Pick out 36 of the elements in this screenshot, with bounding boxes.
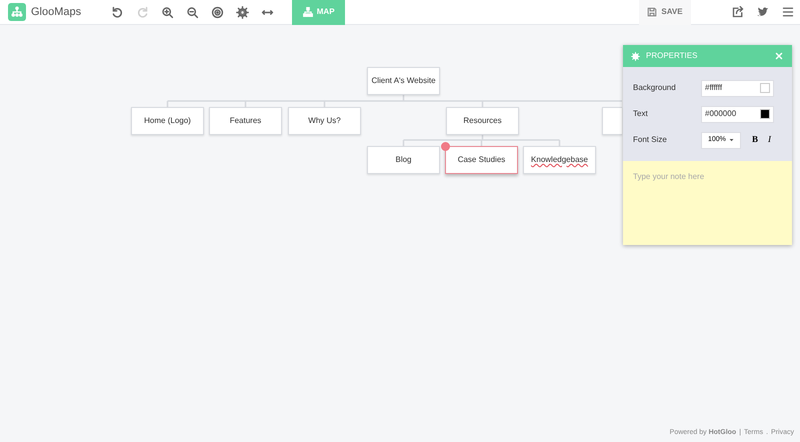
map-node[interactable]: Case Studies [445, 146, 518, 174]
map-node[interactable]: Knowledgebase [523, 146, 596, 174]
bird-icon [756, 6, 768, 18]
target-icon [211, 6, 224, 18]
map-node[interactable]: Home (Logo) [131, 107, 204, 135]
color-swatch[interactable] [760, 109, 770, 119]
app-name: GlooMaps [31, 4, 82, 20]
bold-button[interactable]: B [747, 133, 764, 147]
settings-icon [236, 6, 250, 18]
color-field[interactable]: #000000 [701, 106, 774, 122]
map-node[interactable]: Why Us? [288, 107, 361, 135]
settings-icon [631, 52, 640, 60]
note-field[interactable]: Type your note here [623, 161, 792, 245]
panel-title: PROPERTIES [646, 50, 698, 62]
sitemap-icon [302, 7, 313, 17]
field-label: Font Size [633, 134, 668, 146]
field-label: Text [633, 108, 649, 120]
caret-icon [728, 137, 734, 143]
color-swatch[interactable] [760, 83, 770, 93]
delete-badge-icon[interactable] [441, 142, 450, 151]
share-icon [732, 6, 744, 18]
save-button[interactable]: SAVE [639, 0, 691, 24]
map-node[interactable] [602, 107, 622, 135]
undo-icon [111, 6, 124, 18]
italic-button[interactable]: I [763, 133, 776, 147]
menu-icon [782, 6, 794, 18]
close-icon [775, 52, 783, 60]
map-node[interactable]: Blog [367, 146, 440, 174]
redo-icon [136, 6, 150, 18]
field-label: Background [633, 82, 677, 94]
zoom-out-icon [186, 6, 200, 18]
zoom-in-icon [161, 6, 174, 18]
map-node[interactable]: Client A's Website [367, 67, 440, 95]
map-node[interactable]: Features [209, 107, 282, 135]
map-node[interactable]: Resources [446, 107, 519, 135]
color-field[interactable]: #ffffff [701, 80, 774, 96]
